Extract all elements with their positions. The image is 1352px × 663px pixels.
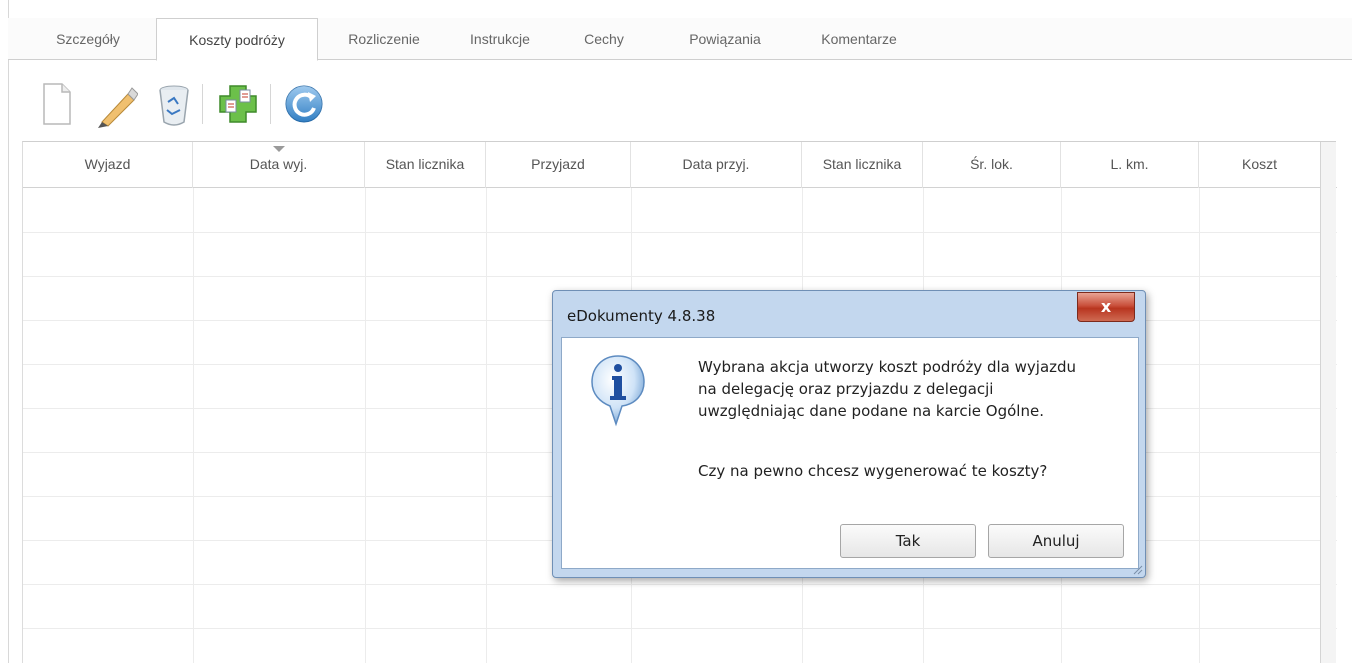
refresh-button[interactable] (282, 82, 326, 128)
dialog-message-line: na delegację oraz przyjazdu z delegacji (698, 380, 994, 398)
grid-row-line (23, 584, 1337, 585)
tab-powiazania[interactable]: Powiązania (670, 18, 780, 60)
delete-button[interactable] (152, 82, 196, 128)
ok-button[interactable]: Tak (840, 524, 976, 558)
column-header-data-wyj[interactable]: Data wyj. (193, 142, 365, 188)
tab-komentarze[interactable]: Komentarze (804, 18, 914, 60)
edit-pencil-icon (98, 87, 139, 128)
new-document-icon (43, 83, 71, 125)
toolbar-separator (202, 84, 203, 124)
column-header-stan-licznika-2[interactable]: Stan licznika (802, 142, 923, 188)
grid-row-line (23, 628, 1337, 629)
column-header-l-km[interactable]: L. km. (1061, 142, 1199, 188)
dialog-title: eDokumenty 4.8.38 (567, 307, 716, 325)
column-header-koszt[interactable]: Koszt (1199, 142, 1321, 188)
generate-costs-button[interactable] (216, 82, 260, 128)
grid-row-line (23, 276, 1337, 277)
tab-cechy[interactable]: Cechy (564, 18, 644, 60)
column-header-data-przyj[interactable]: Data przyj. (631, 142, 802, 188)
grid-row-line (23, 232, 1337, 233)
confirm-dialog: eDokumenty 4.8.38 x Wybrana akcja utworz… (552, 290, 1146, 578)
dialog-question: Czy na pewno chcesz wygenerować te koszt… (698, 462, 1048, 480)
dialog-message-line: Wybrana akcja utworzy koszt podróży dla … (698, 358, 1077, 376)
grid-column-line (193, 188, 194, 663)
grid-column-line (365, 188, 366, 663)
tab-rozliczenie[interactable]: Rozliczenie (332, 18, 436, 60)
grid-header: Wyjazd Data wyj. Stan licznika Przyjazd … (23, 142, 1337, 188)
info-icon (591, 355, 645, 427)
edit-button[interactable] (94, 82, 139, 128)
recycle-bin-icon (159, 85, 189, 126)
resize-grip-icon[interactable] (1131, 563, 1143, 575)
dialog-close-button[interactable]: x (1077, 292, 1135, 322)
dialog-message-line: uwzględniając dane podane na karcie Ogól… (698, 402, 1044, 420)
column-header-przyjazd[interactable]: Przyjazd (486, 142, 631, 188)
tab-bar: Szczegóły Koszty podróży Rozliczenie Ins… (8, 18, 1352, 61)
toolbar-separator (270, 84, 271, 124)
page-left-border (8, 0, 9, 663)
column-header-stan-licznika[interactable]: Stan licznika (365, 142, 486, 188)
column-header-label: Data wyj. (249, 156, 308, 172)
new-document-button[interactable] (40, 82, 84, 128)
column-header-sr-lok[interactable]: Śr. lok. (923, 142, 1061, 188)
grid-column-line (1199, 188, 1200, 663)
sort-indicator-icon (272, 146, 285, 152)
tab-szczegoly[interactable]: Szczegóły (38, 18, 138, 60)
cancel-button[interactable]: Anuluj (988, 524, 1124, 558)
generate-costs-icon (219, 85, 257, 123)
tab-instrukcje[interactable]: Instrukcje (450, 18, 550, 60)
dialog-message: Wybrana akcja utworzy koszt podróży dla … (698, 356, 1128, 422)
grid-column-line (486, 188, 487, 663)
tab-koszty-podrozy[interactable]: Koszty podróży (156, 18, 318, 61)
dialog-body: Wybrana akcja utworzy koszt podróży dla … (561, 337, 1139, 569)
column-header-wyjazd[interactable]: Wyjazd (23, 142, 193, 188)
grid-scrollbar[interactable] (1320, 142, 1336, 663)
refresh-icon (285, 85, 323, 123)
